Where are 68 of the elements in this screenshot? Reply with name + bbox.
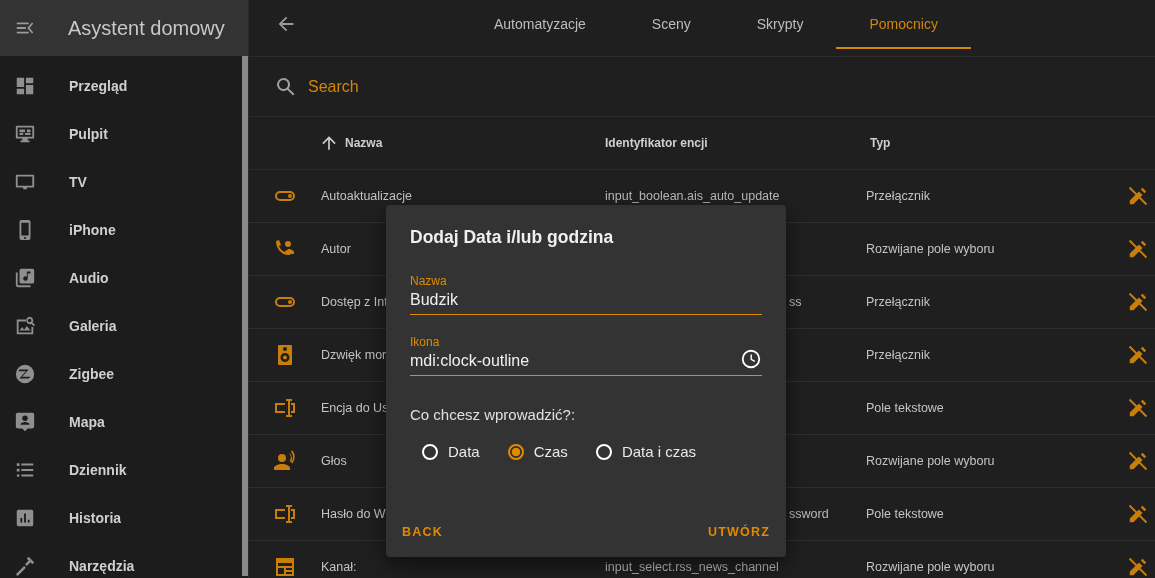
pencil-off-icon[interactable] (1127, 450, 1149, 472)
pencil-off-icon[interactable] (1127, 344, 1149, 366)
table-icon (273, 555, 297, 578)
sidebar-item[interactable]: Narzędzia (0, 542, 242, 578)
bar-chart-icon (14, 507, 36, 529)
back-button[interactable]: BACK (394, 517, 451, 547)
pencil-off-icon[interactable] (1127, 503, 1149, 525)
pencil-off-icon[interactable] (1127, 556, 1149, 578)
table-cell: Przełącznik (866, 347, 930, 362)
tab[interactable]: Skrypty (723, 0, 837, 49)
table-cell: Hasło do W (321, 506, 386, 521)
sidebar-item[interactable]: Historia (0, 494, 242, 542)
create-button[interactable]: UTWÓRZ (699, 517, 778, 547)
table-cell: Autor (321, 241, 351, 256)
column-header[interactable]: Nazwa (345, 136, 383, 150)
sidebar-item[interactable]: iPhone (0, 206, 242, 254)
radio-label[interactable]: Data (448, 443, 480, 460)
column-header[interactable]: Typ (870, 136, 891, 150)
sidebar-item[interactable]: Mapa (0, 398, 242, 446)
table-cell: Rozwijane pole wyboru (866, 241, 995, 256)
sidebar-item[interactable]: Przegląd (0, 62, 242, 110)
table-cell: ss (789, 294, 802, 310)
table-cell: Dzwięk mor (321, 347, 387, 362)
music-note-icon (14, 267, 36, 289)
pencil-off-icon[interactable] (1127, 291, 1149, 313)
question-text: Co chcesz wprowadzić?: (410, 406, 577, 423)
hammer-icon (14, 555, 36, 577)
person-voice-icon (273, 449, 297, 473)
sidebar-item[interactable]: Pulpit (0, 110, 242, 158)
table-cell: ssword (789, 506, 829, 522)
text-cursor-icon (273, 502, 297, 526)
table-cell: input_select.rss_news_channel (605, 559, 779, 574)
dialog-title: Dodaj Data i/lub godzina (410, 227, 615, 248)
table-cell: Autoaktualizacje (321, 188, 413, 203)
clock-icon (740, 348, 762, 370)
tab[interactable]: Pomocnicy (836, 0, 971, 49)
search-field[interactable]: Search (306, 76, 610, 97)
dashboard-icon (14, 75, 36, 97)
table-cell: Przełącznik (866, 294, 930, 309)
table-cell: Pole tekstowe (866, 506, 944, 521)
table-cell: Głos (321, 453, 347, 468)
column-header[interactable]: Identyfikator encji (605, 136, 708, 150)
sidebar-item[interactable]: Zigbee (0, 350, 242, 398)
table-cell: Rozwijane pole wyboru (866, 453, 995, 468)
table-cell: Rozwijane pole wyboru (866, 559, 995, 574)
image-search-icon (14, 315, 36, 337)
sidebar-item[interactable]: Galeria (0, 302, 242, 350)
radio-label[interactable]: Data i czas (621, 443, 697, 460)
radio-button[interactable] (507, 443, 524, 460)
pencil-off-icon[interactable] (1127, 238, 1149, 260)
table-cell: Kanał: (321, 559, 357, 574)
pencil-off-icon[interactable] (1127, 397, 1149, 419)
table-cell: input_boolean.ais_auto_update (605, 188, 780, 203)
app-title: Asystent domowy (68, 16, 225, 40)
text-cursor-icon (273, 396, 297, 420)
tab[interactable]: Sceny (618, 0, 724, 49)
radio-label[interactable]: Czas (533, 443, 568, 460)
person-card-icon (14, 411, 36, 433)
tab[interactable]: Automatyzacje (461, 0, 619, 49)
monitor-icon (14, 123, 36, 145)
sidebar-item[interactable]: Dziennik (0, 446, 242, 494)
pencil-off-icon[interactable] (1127, 185, 1149, 207)
input-field[interactable]: Ikona mdi:clock-outline (410, 335, 762, 376)
sidebar-item[interactable]: TV (0, 158, 242, 206)
input-field[interactable]: Nazwa Budzik (410, 274, 762, 315)
table-cell: Przełącznik (866, 188, 930, 203)
sidebar-item[interactable]: Audio (0, 254, 242, 302)
table-cell: Pole tekstowe (866, 400, 944, 415)
